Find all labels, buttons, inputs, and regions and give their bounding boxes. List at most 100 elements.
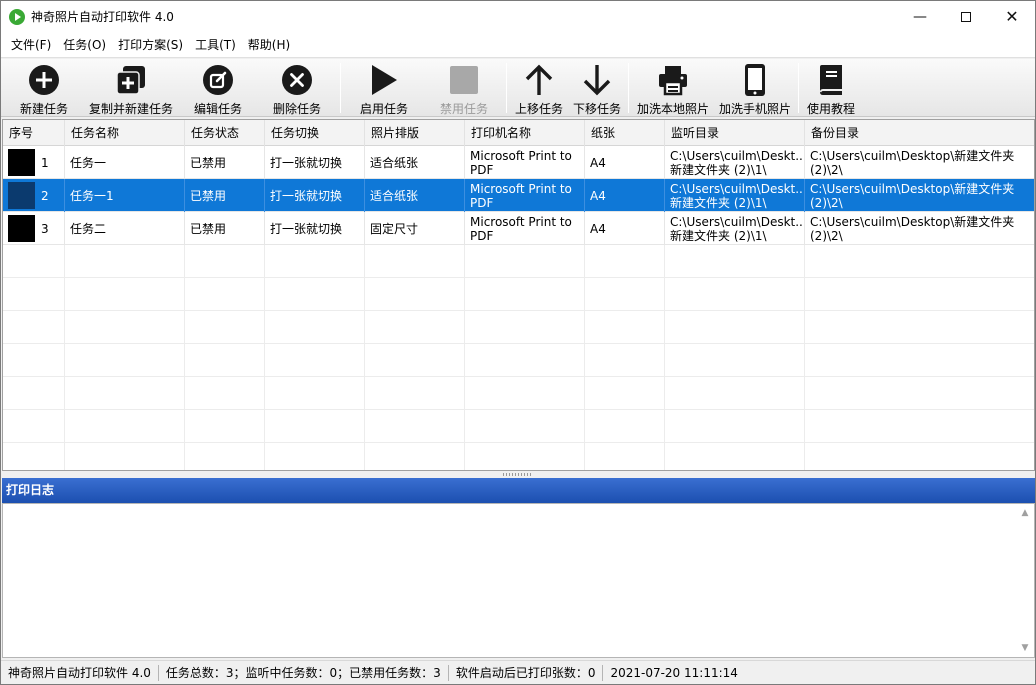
col-printer[interactable]: 打印机名称 [465, 120, 585, 146]
printer-line-2: PDF [470, 196, 494, 210]
delete-circle-icon [280, 63, 314, 97]
cell-switch: 打一张就切换 [265, 212, 365, 245]
status-task-counts: 任务总数：3；监听中任务数：0；已禁用任务数：3 [159, 664, 449, 681]
cell-paper: A4 [585, 146, 665, 179]
delete-task-button[interactable]: 删除任务 [268, 59, 326, 117]
book-icon [814, 63, 848, 97]
printer-line-1: Microsoft Print to [470, 149, 572, 163]
watch-line-2: 新建文件夹 (2)\1\ [670, 196, 767, 210]
cell-printer: Microsoft Print to PDF [465, 179, 585, 212]
menu-print-plan[interactable]: 打印方案(S) [112, 36, 189, 53]
empty-row [3, 245, 1034, 278]
col-backup-dir[interactable]: 备份目录 [805, 120, 1034, 146]
status-bar: 神奇照片自动打印软件 4.0 任务总数：3；监听中任务数：0；已禁用任务数：3 … [1, 660, 1035, 684]
scroll-up-icon[interactable]: ▲ [1020, 508, 1030, 518]
printer-line-1: Microsoft Print to [470, 182, 572, 196]
scroll-down-icon[interactable]: ▼ [1020, 643, 1030, 653]
close-button[interactable]: ✕ [989, 1, 1035, 32]
table-row-selected[interactable]: 2 任务一1 已禁用 打一张就切换 适合纸张 Microsoft Print t… [3, 179, 1034, 212]
move-down-label: 下移任务 [572, 102, 621, 116]
cell-name: 任务一1 [65, 179, 185, 212]
phone-icon [738, 63, 772, 97]
toolbar-separator [628, 63, 629, 113]
tutorial-button[interactable]: 使用教程 [802, 59, 860, 117]
new-task-button[interactable]: 新建任务 [15, 59, 73, 117]
new-task-label: 新建任务 [19, 102, 68, 116]
empty-row [3, 311, 1034, 344]
cell-switch: 打一张就切换 [265, 146, 365, 179]
cell-status: 已禁用 [185, 212, 265, 245]
copy-new-task-button[interactable]: 复制并新建任务 [87, 59, 175, 117]
task-table[interactable]: 序号 任务名称 任务状态 任务切换 照片排版 打印机名称 纸张 监听目录 备份目… [2, 119, 1035, 471]
app-window: 神奇照片自动打印软件 4.0 — ✕ 文件(F) 任务(O) 打印方案(S) 工… [0, 0, 1036, 685]
cell-layout: 适合纸张 [365, 179, 465, 212]
col-name[interactable]: 任务名称 [65, 120, 185, 146]
col-status[interactable]: 任务状态 [185, 120, 265, 146]
edit-task-label: 编辑任务 [193, 102, 242, 116]
watch-line-1: C:\Users\cuilm\Deskt... [670, 215, 805, 229]
maximize-icon [961, 11, 971, 22]
empty-row [3, 344, 1034, 377]
cell-paper: A4 [585, 212, 665, 245]
arrow-down-icon [580, 63, 614, 97]
toolbar-separator [798, 63, 799, 113]
play-icon [367, 63, 401, 97]
toolbar-separator [340, 63, 341, 113]
cell-name: 任务一 [65, 146, 185, 179]
table-row[interactable]: 1 任务一 已禁用 打一张就切换 适合纸张 Microsoft Print to… [3, 146, 1034, 179]
move-up-label: 上移任务 [514, 102, 563, 116]
cell-status: 已禁用 [185, 179, 265, 212]
cell-index: 3 [3, 212, 65, 245]
col-switch[interactable]: 任务切换 [265, 120, 365, 146]
cell-layout: 固定尺寸 [365, 212, 465, 245]
panel-splitter[interactable] [1, 472, 1035, 477]
menu-help[interactable]: 帮助(H) [242, 36, 296, 53]
minimize-button[interactable]: — [897, 1, 943, 32]
table-row[interactable]: 3 任务二 已禁用 打一张就切换 固定尺寸 Microsoft Print to… [3, 212, 1034, 245]
menu-tools[interactable]: 工具(T) [189, 36, 242, 53]
phone-photos-button[interactable]: 加洗手机照片 [716, 59, 794, 117]
watch-line-1: C:\Users\cuilm\Deskt... [670, 182, 805, 196]
disable-task-button: 禁用任务 [435, 59, 493, 117]
toolbar: 新建任务 复制并新建任务 编辑任务 删除任务 启用任务 禁用任务 上移任务 下移… [1, 59, 1035, 117]
status-time: 2021-07-20 11:11:14 [610, 665, 738, 680]
local-photos-button[interactable]: 加洗本地照片 [634, 59, 712, 117]
col-watch-dir[interactable]: 监听目录 [665, 120, 805, 146]
table-header: 序号 任务名称 任务状态 任务切换 照片排版 打印机名称 纸张 监听目录 备份目… [3, 120, 1034, 146]
backup-line-2: (2)\2\ [810, 229, 843, 243]
backup-line-2: (2)\2\ [810, 196, 843, 210]
empty-row [3, 410, 1034, 443]
watch-line-2: 新建文件夹 (2)\1\ [670, 163, 767, 177]
tutorial-label: 使用教程 [806, 102, 855, 116]
phone-photos-label: 加洗手机照片 [718, 102, 791, 116]
printer-line-2: PDF [470, 163, 494, 177]
local-photos-label: 加洗本地照片 [636, 102, 709, 116]
title-bar[interactable]: 神奇照片自动打印软件 4.0 — ✕ [1, 1, 1035, 32]
maximize-button[interactable] [943, 1, 989, 32]
disable-task-label: 禁用任务 [439, 102, 488, 116]
window-title: 神奇照片自动打印软件 4.0 [31, 10, 174, 24]
printer-icon [656, 63, 690, 97]
window-controls: — ✕ [897, 1, 1035, 32]
menu-file[interactable]: 文件(F) [5, 36, 57, 53]
app-logo-icon [9, 8, 25, 25]
row-color-swatch [8, 215, 35, 242]
cell-printer: Microsoft Print to PDF [465, 212, 585, 245]
enable-task-label: 启用任务 [359, 102, 408, 116]
move-down-button[interactable]: 下移任务 [568, 59, 626, 117]
menu-task[interactable]: 任务(O) [57, 36, 112, 53]
enable-task-button[interactable]: 启用任务 [355, 59, 413, 117]
copy-new-task-label: 复制并新建任务 [88, 102, 173, 116]
cell-backup-dir: C:\Users\cuilm\Desktop\新建文件夹 (2)\2\ [805, 212, 1034, 245]
cell-switch: 打一张就切换 [265, 179, 365, 212]
log-panel[interactable]: ▲ ▼ [2, 503, 1035, 658]
move-up-button[interactable]: 上移任务 [510, 59, 568, 117]
col-layout[interactable]: 照片排版 [365, 120, 465, 146]
cell-index: 2 [3, 179, 65, 212]
edit-icon [201, 63, 235, 97]
cell-printer: Microsoft Print to PDF [465, 146, 585, 179]
col-paper[interactable]: 纸张 [585, 120, 665, 146]
col-index[interactable]: 序号 [3, 120, 65, 146]
edit-task-button[interactable]: 编辑任务 [189, 59, 247, 117]
empty-row [3, 443, 1034, 470]
